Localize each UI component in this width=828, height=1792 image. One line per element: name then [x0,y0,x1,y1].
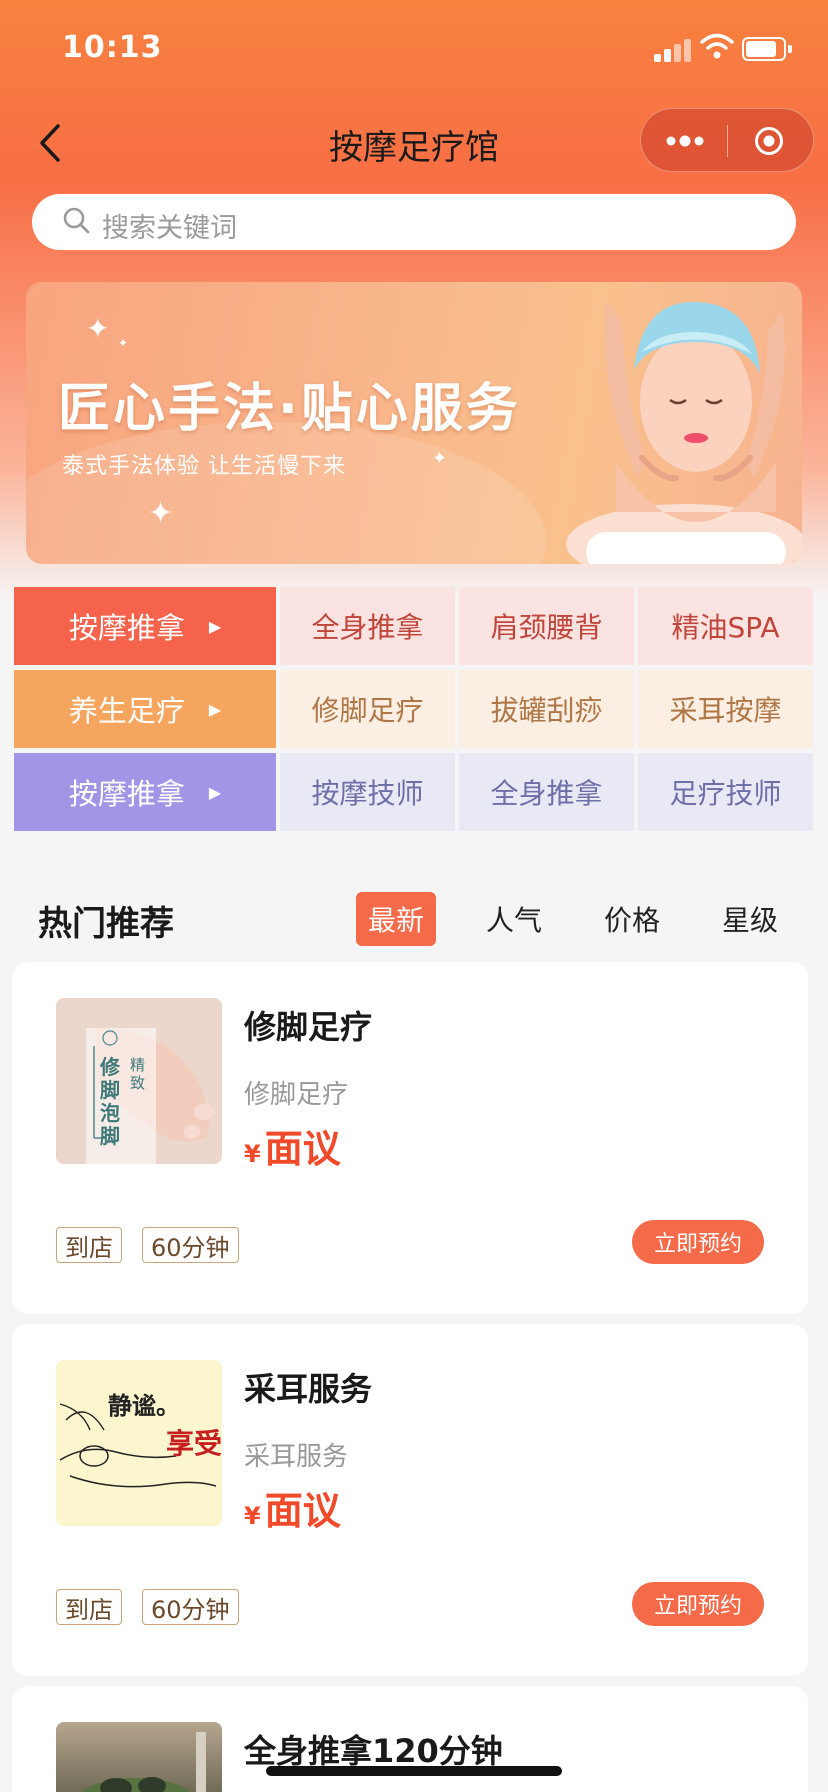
book-now-button[interactable]: 立即预约 [632,1220,764,1264]
category-row: 养生足疗 ▶ 修脚足疗 拔罐刮痧 采耳按摩 [14,670,814,748]
sparkle-icon: ✦ [148,496,174,531]
sort-tab-rating[interactable]: 星级 [710,892,790,946]
service-thumbnail: 静谧。 享受 [56,1360,222,1526]
thumbnail-small: 享受 [166,1427,222,1460]
category-item[interactable]: 全身推拿 [459,753,634,831]
service-subtitle: 修脚足疗 [244,1080,349,1110]
book-now-button[interactable]: 立即预约 [632,1582,764,1626]
category-item[interactable]: 精油SPA [638,587,813,665]
category-grid: 按摩推拿 ▶ 全身推拿 肩颈腰背 精油SPA 养生足疗 ▶ 修脚足疗 拔罐刮痧 采耳… [14,587,814,835]
signal-icon [654,38,694,62]
thumbnail-title: 静谧。 [108,1391,180,1420]
price-value: 面议 [264,1489,341,1533]
category-item[interactable]: 全身推拿 [280,587,455,665]
service-card[interactable]: 全身推拿120分钟 [12,1686,808,1792]
service-title: 采耳服务 [244,1370,373,1408]
search-input[interactable]: 搜索关键词 [32,194,796,250]
category-item[interactable]: 按摩技师 [280,753,455,831]
service-price: ¥ 面议 [244,1118,341,1173]
category-item[interactable]: 肩颈腰背 [459,587,634,665]
service-subtitle: 采耳服务 [244,1442,349,1472]
category-row: 按摩推拿 ▶ 按摩技师 全身推拿 足疗技师 [14,753,814,831]
search-icon [63,207,90,234]
category-head-label: 养生足疗 [68,694,185,728]
sort-tab-newest[interactable]: 最新 [356,892,436,946]
promo-banner[interactable]: ✦ ✦ ✦ ✦ 匠心手法·贴心服务 泰式手法体验 让生活慢下来 [26,282,802,564]
miniprogram-capsule [640,108,814,172]
service-thumbnail: 修脚泡脚 精致 [56,998,222,1164]
service-tag: 60分钟 [142,1589,239,1625]
category-head-foot[interactable]: 养生足疗 ▶ [14,670,276,748]
category-head-technician[interactable]: 按摩推拿 ▶ [14,753,276,831]
banner-wave [26,422,546,564]
sparkle-icon: ✦ [118,336,129,350]
banner-subline: 泰式手法体验 让生活慢下来 [62,454,346,479]
search-placeholder: 搜索关键词 [102,213,237,244]
service-tag: 到店 [56,1227,122,1263]
section-title: 热门推荐 [38,904,174,944]
service-thumbnail [56,1722,222,1792]
category-item[interactable]: 采耳按摩 [638,670,813,748]
spa-woman-illustration [566,301,802,564]
thumbnail-small: 精致 [130,1056,146,1092]
service-card[interactable]: 修脚泡脚 精致 修脚足疗 修脚足疗 ¥ 面议 到店 60分钟 立即预约 [12,962,808,1314]
thumbnail-title: 修脚泡脚 [100,1055,120,1148]
currency-symbol: ¥ [244,1502,261,1530]
service-card[interactable]: 静谧。 享受 采耳服务 采耳服务 ¥ 面议 到店 60分钟 立即预约 [12,1324,808,1676]
hot-stone-illustration [81,1732,206,1792]
sort-tab-popular[interactable]: 人气 [474,892,554,946]
navigation-bar: 按摩足疗馆 [0,100,828,190]
service-title: 修脚足疗 [244,1008,373,1046]
banner-headline: 匠心手法·贴心服务 [58,379,521,439]
close-target-icon[interactable] [753,125,785,157]
capsule-divider [727,125,728,157]
service-price: ¥ 面议 [244,1480,341,1535]
sort-tab-price[interactable]: 价格 [592,892,672,946]
chevron-right-icon: ▶ [208,782,222,802]
category-head-massage[interactable]: 按摩推拿 ▶ [14,587,276,665]
more-dots-icon[interactable] [663,129,713,153]
battery-icon [742,37,792,61]
category-item[interactable]: 拔罐刮痧 [459,670,634,748]
service-tag: 60分钟 [142,1227,239,1263]
category-head-label: 按摩推拿 [68,777,185,811]
sparkle-icon: ✦ [432,448,448,469]
category-row: 按摩推拿 ▶ 全身推拿 肩颈腰背 精油SPA [14,587,814,665]
category-head-label: 按摩推拿 [68,611,185,645]
wifi-icon [700,33,734,59]
status-bar: 10:13 [0,0,828,100]
price-value: 面议 [264,1127,341,1171]
home-indicator [266,1766,562,1776]
category-item[interactable]: 修脚足疗 [280,670,455,748]
chevron-right-icon: ▶ [208,616,222,636]
currency-symbol: ¥ [244,1140,261,1168]
sparkle-icon: ✦ [86,312,110,345]
category-item[interactable]: 足疗技师 [638,753,813,831]
chevron-right-icon: ▶ [208,699,222,719]
status-time: 10:13 [62,30,163,65]
service-tag: 到店 [56,1589,122,1625]
